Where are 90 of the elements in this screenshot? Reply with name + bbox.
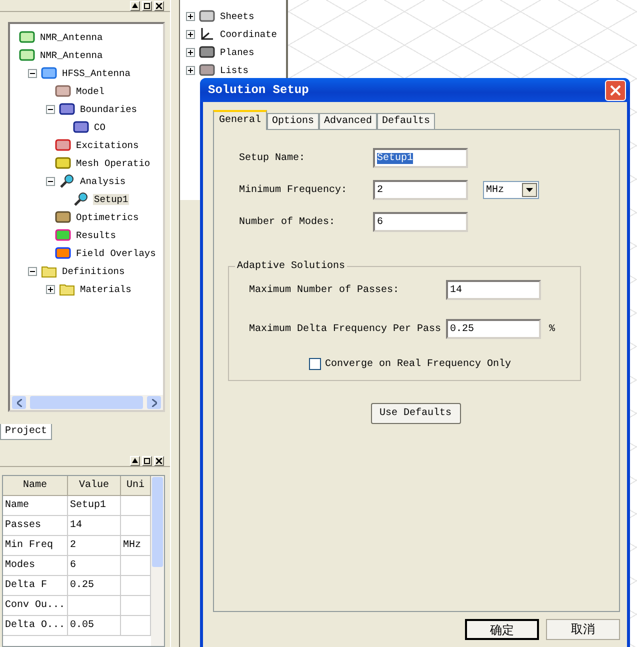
dialog-button[interactable]: 确定 <box>465 619 539 640</box>
tree-item[interactable]: HFSS_Antenna <box>61 68 132 78</box>
tree-item[interactable]: Model <box>75 86 106 96</box>
tree-item[interactable]: Definitions <box>61 266 126 276</box>
plus-icon <box>47 286 54 292</box>
plus-icon <box>187 48 194 56</box>
expand-toggle[interactable] <box>186 48 195 56</box>
unit-label: % <box>549 324 556 334</box>
table-cell: Delta O... <box>3 616 68 636</box>
tree-item[interactable]: CO <box>93 122 106 132</box>
field-label: Number of Modes: <box>239 216 336 228</box>
magnifier-icon <box>73 192 89 206</box>
input-field[interactable]: 14 <box>446 280 541 300</box>
tree-item[interactable]: Setup1 <box>93 194 130 204</box>
tree-item[interactable]: Boundaries <box>79 104 138 114</box>
expand-toggle[interactable] <box>46 284 55 294</box>
magnifier-icon <box>59 174 75 188</box>
axes-icon <box>199 27 215 41</box>
collapse-toggle[interactable] <box>28 266 37 276</box>
input-field[interactable]: 2 <box>373 180 468 200</box>
close-icon <box>610 84 621 96</box>
table-cell: 2 <box>68 536 121 556</box>
expand-toggle[interactable] <box>186 12 195 20</box>
collapse-toggle[interactable] <box>28 68 37 78</box>
vertical-scrollbar[interactable] <box>151 476 164 646</box>
collapse-toggle[interactable] <box>46 104 55 114</box>
caret-icon <box>526 188 533 192</box>
tab[interactable]: Options <box>267 113 320 130</box>
input-field[interactable]: 6 <box>373 212 468 232</box>
tree-item[interactable]: NMR_Antenna <box>39 32 104 42</box>
dialog-button[interactable]: 取消 <box>546 619 620 640</box>
table-cell: Setup1 <box>68 496 121 516</box>
field-label: Minimum Frequency: <box>239 184 348 196</box>
checkbox-label: Converge on Real Frequency Only <box>325 358 512 370</box>
field-label: Setup Name: <box>239 152 306 164</box>
plus-icon <box>187 12 194 20</box>
table-cell <box>68 596 121 616</box>
field-label: Maximum Number of Passes: <box>249 284 400 296</box>
tree-item[interactable]: Field Overlays <box>75 248 157 258</box>
plus-icon <box>187 66 194 74</box>
tree-item[interactable]: NMR_Antenna <box>39 50 104 60</box>
folder-icon <box>41 264 57 278</box>
tab[interactable]: Defaults <box>377 113 436 130</box>
table-cell: 6 <box>68 556 121 576</box>
dialog-title: Solution Setup <box>208 83 309 97</box>
table-cell: Modes <box>3 556 68 576</box>
tree-item[interactable]: Materials <box>79 284 132 294</box>
column-header[interactable]: Value <box>68 476 121 496</box>
use-defaults-button[interactable]: Use Defaults <box>370 403 460 424</box>
column-header[interactable]: Uni <box>121 476 151 496</box>
close-button[interactable] <box>154 456 164 466</box>
maximize-button[interactable] <box>142 0 152 10</box>
close-button[interactable] <box>154 0 164 10</box>
tree-item[interactable]: Analysis <box>79 176 127 186</box>
tree-item[interactable]: Mesh Operatio <box>75 158 152 168</box>
field-label: Maximum Delta Frequency Per Pass <box>249 324 442 334</box>
input-field[interactable]: Setup1 <box>373 148 468 168</box>
tree-item[interactable]: Planes <box>219 46 256 58</box>
folder-icon <box>59 282 75 296</box>
table-cell: Name <box>3 496 68 516</box>
tree-item[interactable]: Lists <box>219 64 250 76</box>
panel-tab[interactable]: Project <box>0 424 52 440</box>
tab[interactable]: Advanced <box>319 113 378 130</box>
table-cell: 0.05 <box>68 616 121 636</box>
plus-icon <box>187 30 194 38</box>
expand-toggle[interactable] <box>186 66 195 74</box>
tree-item[interactable]: Results <box>75 230 117 240</box>
checkbox[interactable] <box>309 358 321 370</box>
input-field[interactable]: 0.25 <box>446 319 541 339</box>
horizontal-scrollbar[interactable] <box>10 395 163 410</box>
tab[interactable]: General <box>213 110 268 130</box>
tree-item[interactable]: Sheets <box>219 10 256 22</box>
collapse-toggle[interactable] <box>46 176 55 186</box>
table-cell: 0.25 <box>68 576 121 596</box>
table-cell: 14 <box>68 516 121 536</box>
up-button[interactable] <box>130 456 140 466</box>
tree-item[interactable]: Excitations <box>75 140 140 150</box>
table-cell: Passes <box>3 516 68 536</box>
column-header[interactable]: Name <box>3 476 68 496</box>
maximize-button[interactable] <box>142 456 152 466</box>
group-title: Adaptive Solutions <box>236 261 346 272</box>
tree-item[interactable]: Coordinate <box>219 28 278 40</box>
table-cell: Min Freq <box>3 536 68 556</box>
table-cell: Delta F <box>3 576 68 596</box>
expand-toggle[interactable] <box>186 30 195 38</box>
up-button[interactable] <box>130 0 140 10</box>
tree-item[interactable]: Optimetrics <box>75 212 140 222</box>
unit-dropdown[interactable]: MHz <box>483 181 539 199</box>
splitter-bar[interactable] <box>170 0 180 647</box>
table-cell: Conv Ou... <box>3 596 68 616</box>
